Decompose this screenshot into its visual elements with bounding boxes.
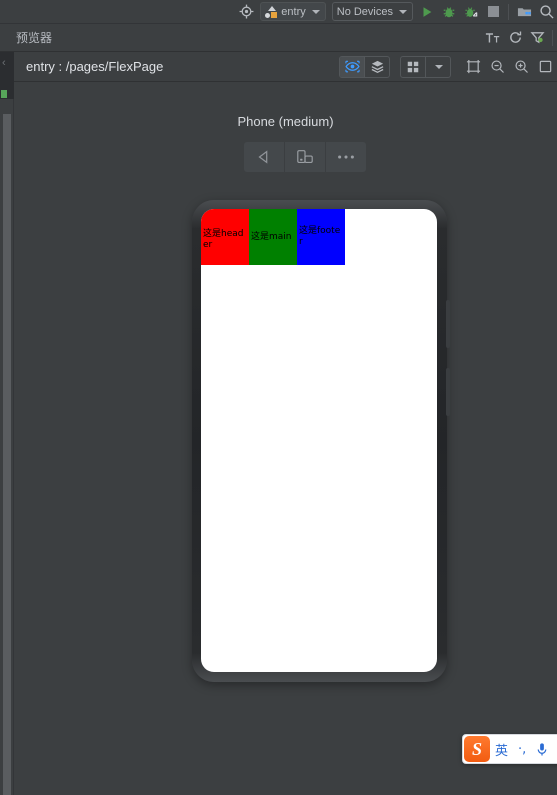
device-action-bar xyxy=(244,142,366,172)
device-selector[interactable]: No Devices xyxy=(331,2,413,21)
search-icon[interactable] xyxy=(535,2,557,22)
device-selector-label: No Devices xyxy=(336,5,393,18)
tool-window-title: 预览器 xyxy=(16,31,53,45)
attach-debugger-button[interactable] xyxy=(460,2,482,22)
breadcrumb-bar: entry : /pages/FlexPage xyxy=(14,52,557,82)
grid-dropdown[interactable] xyxy=(426,57,450,77)
device-manager-button[interactable] xyxy=(513,2,535,22)
run-configuration-label: entry xyxy=(281,5,306,18)
crosshair-target-icon[interactable] xyxy=(235,2,257,22)
layers-toggle[interactable] xyxy=(365,57,389,77)
ime-floating-bar[interactable]: S 英 ·, xyxy=(462,734,557,764)
refresh-icon[interactable] xyxy=(504,28,526,48)
zoom-in-button[interactable] xyxy=(509,56,533,78)
chevron-down-icon xyxy=(311,9,320,14)
preview-tool-buttons xyxy=(339,55,557,78)
preview-window: entry No Devices 预览器 ‹ entry: /pages/Fl… xyxy=(0,0,557,795)
chevron-left-icon[interactable]: ‹ xyxy=(2,58,6,69)
flex-row-container: 这是header 这是main 这是footer xyxy=(201,209,437,265)
tool-window-header: 预览器 xyxy=(0,24,557,52)
keyboard-icon[interactable] xyxy=(553,735,557,763)
preview-canvas: Phone (medium) 这是header 这是main 这是footer … xyxy=(14,82,557,795)
footer-block-label: 这是footer xyxy=(299,226,341,247)
view-mode-group xyxy=(339,55,390,78)
chevron-down-icon xyxy=(435,64,443,69)
filter-icon[interactable] xyxy=(526,28,548,48)
main-block[interactable]: 这是main xyxy=(249,209,297,265)
device-side-button-volume xyxy=(446,300,450,348)
select-frame-button[interactable] xyxy=(461,56,485,78)
microphone-icon[interactable] xyxy=(531,735,553,763)
stop-square-icon xyxy=(487,6,499,17)
device-side-button-power xyxy=(446,368,450,416)
zoom-out-button[interactable] xyxy=(485,56,509,78)
header-block-label: 这是header xyxy=(203,229,244,250)
run-button[interactable] xyxy=(416,2,438,22)
text-size-icon[interactable] xyxy=(482,28,504,48)
device-label: Phone (medium) xyxy=(237,114,334,129)
main-block-label: 这是main xyxy=(251,231,292,242)
left-stripe: ‹ xyxy=(0,52,14,795)
module-icon xyxy=(265,5,278,18)
grid-layout-button[interactable] xyxy=(401,57,425,77)
grid-mode-group xyxy=(400,55,451,78)
green-marker-icon xyxy=(1,90,7,98)
breadcrumb: entry : /pages/FlexPage xyxy=(26,59,164,74)
debug-button[interactable] xyxy=(438,2,460,22)
toolbar-divider xyxy=(508,3,509,20)
ime-mode-button[interactable]: 英 xyxy=(490,735,513,763)
run-configuration-selector[interactable]: entry xyxy=(260,2,326,21)
stop-button[interactable] xyxy=(482,2,504,22)
fit-to-screen-button[interactable] xyxy=(533,56,557,78)
footer-block[interactable]: 这是footer xyxy=(297,209,345,265)
phone-device-frame: 这是header 这是main 这是footer xyxy=(192,200,450,682)
phone-screen[interactable]: 这是header 这是main 这是footer xyxy=(201,209,437,672)
scrollbar-track[interactable] xyxy=(3,114,11,795)
ide-toolbar: entry No Devices xyxy=(0,0,557,24)
previous-button[interactable] xyxy=(244,142,284,172)
inspector-toggle[interactable] xyxy=(340,56,364,77)
tool-header-divider xyxy=(552,29,553,46)
sogou-logo-icon[interactable]: S xyxy=(464,736,490,762)
chevron-down-icon xyxy=(399,9,407,14)
ime-punctuation-button[interactable]: ·, xyxy=(513,735,531,763)
rotate-device-button[interactable] xyxy=(285,142,325,172)
more-options-button[interactable] xyxy=(326,142,366,172)
header-block[interactable]: 这是header xyxy=(201,209,249,265)
